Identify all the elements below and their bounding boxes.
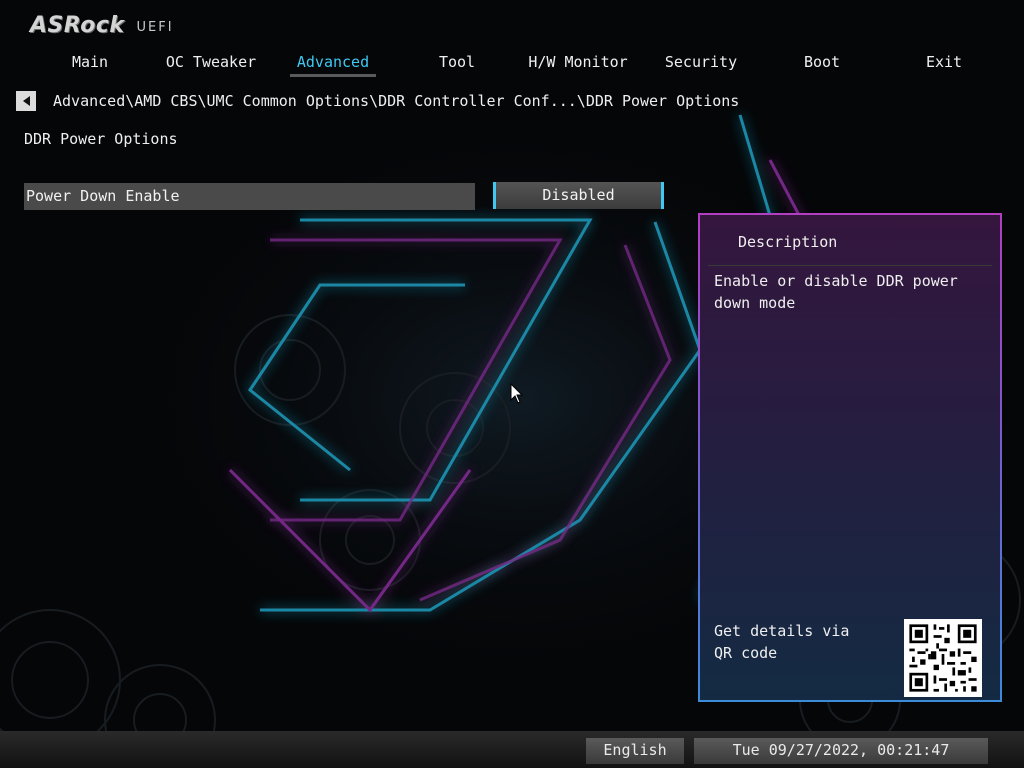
tab-security[interactable]: Security bbox=[640, 50, 762, 78]
qr-caption: Get details via QR code bbox=[714, 622, 850, 662]
description-divider bbox=[708, 265, 992, 266]
description-text: Enable or disable DDR power down mode bbox=[714, 272, 958, 312]
language-button[interactable]: English bbox=[586, 738, 684, 764]
brand: ASRock UEFI bbox=[30, 10, 174, 38]
uefi-label: UEFI bbox=[136, 20, 174, 35]
main-nav: Main OC Tweaker Advanced Tool H/W Monito… bbox=[0, 50, 1024, 80]
qr-code-icon bbox=[904, 619, 982, 697]
page-title: DDR Power Options bbox=[24, 130, 178, 148]
date-time-display: Tue 09/27/2022, 00:21:47 bbox=[694, 738, 988, 764]
breadcrumb-path: Advanced\AMD CBS\UMC Common Options\DDR … bbox=[53, 92, 740, 110]
tab-boot[interactable]: Boot bbox=[761, 50, 883, 78]
asrock-logo: ASRock bbox=[30, 13, 125, 38]
tab-advanced[interactable]: Advanced bbox=[272, 50, 394, 78]
tab-exit[interactable]: Exit bbox=[883, 50, 1005, 78]
tab-hw-monitor[interactable]: H/W Monitor bbox=[517, 50, 639, 78]
setting-value-select[interactable]: Disabled bbox=[493, 182, 664, 209]
tab-oc-tweaker[interactable]: OC Tweaker bbox=[150, 50, 272, 78]
setting-label: Power Down Enable bbox=[26, 187, 180, 205]
tab-tool[interactable]: Tool bbox=[396, 50, 518, 78]
description-heading: Description bbox=[738, 233, 838, 251]
setting-power-down-enable[interactable]: Power Down Enable bbox=[24, 183, 475, 210]
tab-main[interactable]: Main bbox=[29, 50, 151, 78]
mouse-cursor-icon bbox=[510, 383, 524, 404]
back-arrow-icon[interactable] bbox=[16, 91, 36, 111]
breadcrumb: Advanced\AMD CBS\UMC Common Options\DDR … bbox=[16, 90, 739, 112]
